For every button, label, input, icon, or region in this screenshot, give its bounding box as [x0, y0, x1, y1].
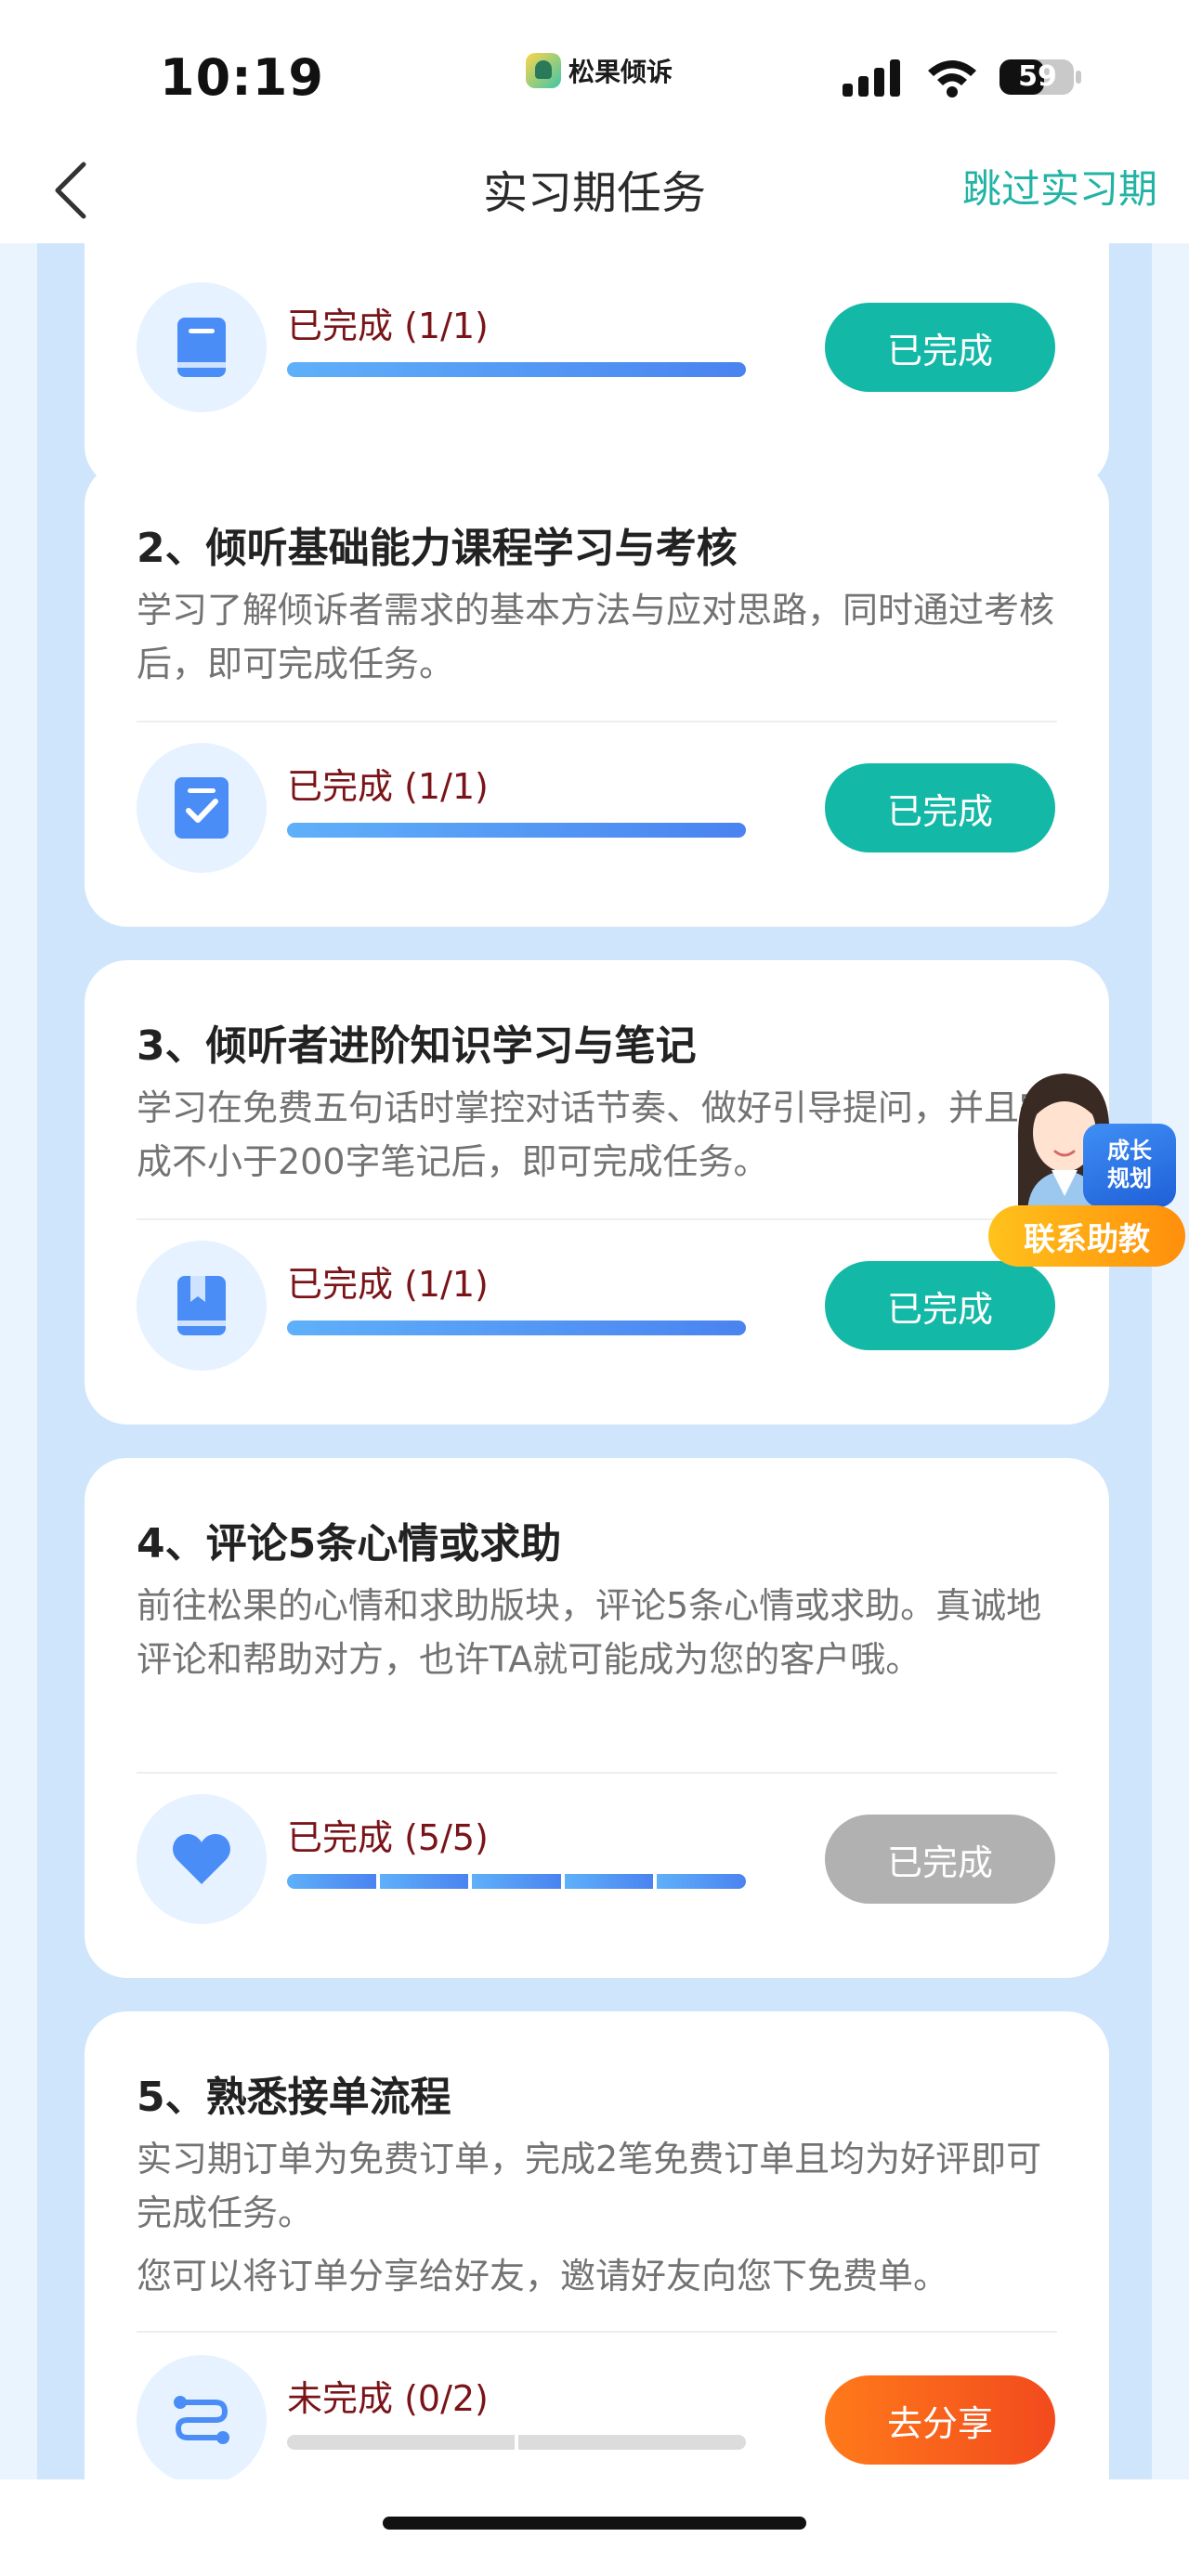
task-description-line: 实习期订单为免费订单，完成2笔免费订单且均为好评即可完成任务。 — [137, 2139, 1042, 2233]
flow-icon — [174, 2396, 229, 2444]
wifi-icon — [928, 60, 976, 98]
battery-indicator: 59 — [998, 56, 1083, 98]
skip-internship-link[interactable]: 跳过实习期 — [962, 158, 1157, 215]
progress-segment — [287, 823, 746, 838]
task-description-line: 学习了解倾诉者需求的基本方法与应对思路，同时通过考核后，即可完成任务。 — [137, 590, 1055, 684]
task-description: 学习了解倾诉者需求的基本方法与应对思路，同时通过考核后，即可完成任务。 — [137, 583, 1065, 691]
progress-segment — [657, 1874, 746, 1889]
divider — [137, 1218, 1057, 1220]
task-status-row: 已完成 (1/1) 已完成 — [137, 1241, 1055, 1371]
completed-button[interactable]: 已完成 — [825, 303, 1055, 392]
progress-bar — [287, 823, 746, 838]
signal-icon — [843, 59, 900, 97]
divider — [137, 2331, 1057, 2333]
task-icon-circle — [137, 1241, 267, 1371]
progress-segment — [379, 1874, 469, 1889]
task-status-row: 未完成 (0/2) 去分享 — [137, 2355, 1055, 2479]
battery-level: 59 — [1018, 60, 1057, 93]
task-status-row: 已完成 (1/1) 已完成 — [137, 743, 1055, 873]
contact-assistant-label: 联系助教 — [988, 1205, 1185, 1267]
task-description: 学习在免费五句话时掌控对话节奏、做好引导提问，并且完成不小于200字笔记后，即可… — [137, 1081, 1065, 1189]
task-status: 已完成 (5/5) — [287, 1817, 489, 1858]
progress-segment — [287, 1874, 376, 1889]
nav-bar: 实习期任务 跳过实习期 — [0, 139, 1189, 243]
progress-segment — [518, 2435, 746, 2450]
checklist-icon — [175, 777, 229, 839]
task-title: 4、评论5条心情或求助 — [137, 1520, 562, 1568]
brand: 松果倾诉 — [526, 52, 673, 89]
task-card-1: 已完成 (1/1) 已完成 — [85, 243, 1109, 488]
task-title: 3、倾听者进阶知识学习与笔记 — [137, 1022, 697, 1070]
completed-button[interactable]: 已完成 — [825, 1815, 1055, 1904]
progress-segment — [287, 1321, 746, 1335]
home-indicator-area — [0, 2479, 1189, 2576]
progress-segment — [287, 362, 746, 377]
progress-bar — [287, 2435, 746, 2450]
task-description-line: 您可以将订单分享给好友，邀请好友向您下免费单。 — [137, 2256, 949, 2296]
book-icon — [177, 1276, 226, 1335]
task-status: 已完成 (1/1) — [287, 766, 489, 807]
contact-assistant-widget[interactable]: 成长 规划 联系助教 — [985, 1066, 1189, 1276]
badge-text: 成长 规划 — [1107, 1138, 1152, 1191]
divider — [137, 1772, 1057, 1774]
progress-bar — [287, 1874, 746, 1889]
task-icon-circle — [137, 743, 267, 873]
task-icon-circle — [137, 282, 267, 412]
progress-segment — [472, 1874, 561, 1889]
task-status: 已完成 (1/1) — [287, 1264, 489, 1305]
task-description-line: 学习在免费五句话时掌控对话节奏、做好引导提问，并且完成不小于200字笔记后，即可… — [137, 1087, 1055, 1182]
brand-name: 松果倾诉 — [568, 57, 673, 87]
task-status-row: 已完成 (5/5) 已完成 — [137, 1794, 1055, 1924]
progress-segment — [287, 2435, 515, 2450]
task-card-5: 5、熟悉接单流程 实习期订单为免费订单，完成2笔免费订单且均为好评即可完成任务。… — [85, 2011, 1109, 2479]
task-description-line: 前往松果的心情和求助版块，评论5条心情或求助。真诚地评论和帮助对方，也许TA就可… — [137, 1585, 1042, 1680]
task-list-scroll[interactable]: 已完成 (1/1) 已完成 2、倾听基础能力课程学习与考核 学习了解倾诉者需求的… — [0, 243, 1189, 2479]
task-card-2: 2、倾听基础能力课程学习与考核 学习了解倾诉者需求的基本方法与应对思路，同时通过… — [85, 462, 1109, 927]
home-indicator[interactable] — [383, 2517, 806, 2530]
task-description: 实习期订单为免费订单，完成2笔免费订单且均为好评即可完成任务。 您可以将订单分享… — [137, 2132, 1065, 2303]
task-title: 5、熟悉接单流程 — [137, 2074, 451, 2121]
task-card-3: 3、倾听者进阶知识学习与笔记 学习在免费五句话时掌控对话节奏、做好引导提问，并且… — [85, 960, 1109, 1425]
task-status: 已完成 (1/1) — [287, 306, 489, 346]
task-description: 前往松果的心情和求助版块，评论5条心情或求助。真诚地评论和帮助对方，也许TA就可… — [137, 1579, 1065, 1686]
progress-segment — [564, 1874, 654, 1889]
share-button[interactable]: 去分享 — [825, 2375, 1055, 2465]
status-bar: 10:19 松果倾诉 59 — [0, 0, 1189, 139]
task-status: 未完成 (0/2) — [287, 2378, 489, 2419]
status-time: 10:19 — [160, 48, 324, 107]
heart-icon — [173, 1834, 230, 1884]
task-title: 2、倾听基础能力课程学习与考核 — [137, 525, 738, 572]
app-logo-icon — [526, 53, 561, 88]
task-card-4: 4、评论5条心情或求助 前往松果的心情和求助版块，评论5条心情或求助。真诚地评论… — [85, 1458, 1109, 1978]
progress-bar — [287, 1321, 746, 1335]
progress-bar — [287, 362, 746, 377]
divider — [137, 721, 1057, 722]
completed-button[interactable]: 已完成 — [825, 763, 1055, 852]
task-icon-circle — [137, 1794, 267, 1924]
book-icon — [177, 318, 226, 377]
task-status-row: 已完成 (1/1) 已完成 — [137, 282, 1055, 412]
task-icon-circle — [137, 2355, 267, 2479]
growth-plan-badge: 成长 规划 — [1083, 1124, 1176, 1207]
